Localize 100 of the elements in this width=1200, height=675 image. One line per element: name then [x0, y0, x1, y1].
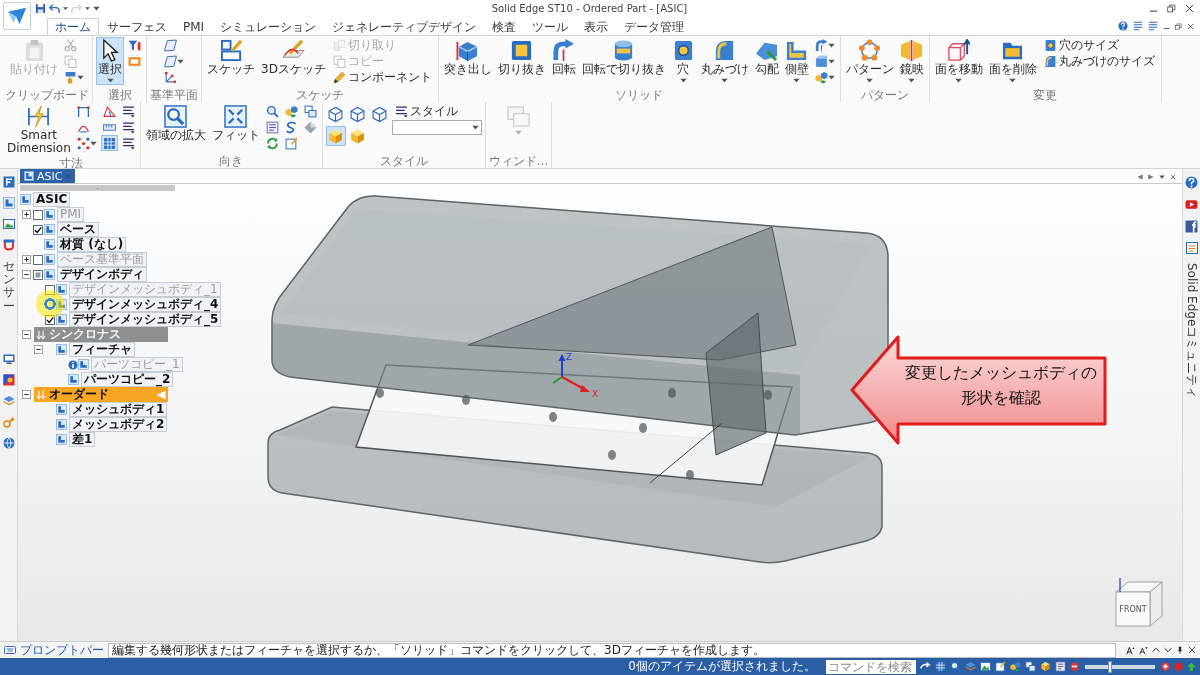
- ribbon-button[interactable]: 切り抜き: [495, 37, 548, 83]
- plus-box-icon[interactable]: [21, 255, 31, 264]
- minus-box-icon[interactable]: [21, 330, 31, 339]
- l-block-icon[interactable]: [2, 197, 15, 209]
- caret-icon[interactable]: [1159, 174, 1165, 180]
- restore-icon[interactable]: [1167, 4, 1176, 13]
- checkbox[interactable]: [45, 284, 55, 295]
- layers-icon[interactable]: [2, 394, 15, 407]
- play-button-icon[interactable]: [1185, 198, 1198, 211]
- ribbon-tab[interactable]: データ管理: [616, 18, 693, 35]
- ribbon-button[interactable]: 穴のサイズ: [1040, 37, 1158, 53]
- ribbon-button[interactable]: 面を移動: [932, 37, 985, 85]
- application-button[interactable]: [3, 2, 31, 30]
- view-style-button[interactable]: [325, 126, 346, 146]
- lines-icon[interactable]: [1148, 21, 1158, 31]
- help-icon[interactable]: [1118, 21, 1128, 31]
- view-style-button[interactable]: [369, 104, 390, 124]
- ribbon-button[interactable]: 面を削除: [986, 37, 1039, 85]
- ribbon-tab[interactable]: シミュレーション: [212, 18, 325, 35]
- list-box-icon[interactable]: [1055, 661, 1066, 672]
- tree-item[interactable]: デザインボディ: [57, 267, 147, 282]
- tree-item[interactable]: 差1: [69, 432, 96, 447]
- ribbon-tab[interactable]: ホーム: [47, 18, 99, 35]
- chevron-down-icon[interactable]: [1164, 646, 1172, 654]
- checkbox[interactable]: [33, 269, 43, 280]
- document-lines-icon[interactable]: [1185, 242, 1198, 254]
- help-icon[interactable]: [1185, 176, 1198, 189]
- ribbon-button[interactable]: 3Dスケッチ: [259, 37, 328, 83]
- magnet-icon[interactable]: [2, 239, 15, 251]
- ribbon-button[interactable]: 鏡映: [897, 37, 926, 85]
- zoom-in-icon[interactable]: [1161, 662, 1170, 671]
- ribbon-tab[interactable]: サーフェス: [99, 18, 175, 35]
- command-search-field[interactable]: コマンドを検索: [826, 659, 916, 674]
- ribbon-button[interactable]: 領域の拡大: [143, 103, 208, 149]
- undo-icon[interactable]: [49, 3, 60, 14]
- ribbon-button[interactable]: スタイル: [391, 103, 482, 119]
- save-icon[interactable]: [35, 3, 46, 14]
- dock-tab-label[interactable]: センサー: [2, 260, 15, 313]
- scroll-left-icon[interactable]: [1137, 174, 1143, 180]
- square-pencil-icon[interactable]: [995, 661, 1006, 672]
- tree-item[interactable]: ASIC: [33, 192, 71, 207]
- ribbon-button[interactable]: 側壁: [782, 37, 811, 85]
- minus-box-icon[interactable]: [33, 345, 43, 354]
- cubes-icon[interactable]: [1010, 661, 1021, 672]
- panel-grip[interactable]: [20, 185, 175, 191]
- ribbon-button[interactable]: スケッチ: [205, 37, 257, 83]
- slider-thumb[interactable]: [1107, 660, 1112, 673]
- f-tile-icon[interactable]: [2, 176, 15, 188]
- ribbon-tab[interactable]: PMI: [175, 18, 213, 35]
- ribbon-button[interactable]: 勾配: [752, 37, 781, 83]
- gradient-square-icon[interactable]: [2, 373, 15, 386]
- font-size-up-icon[interactable]: [1126, 645, 1135, 655]
- pin-icon[interactable]: [1176, 646, 1184, 654]
- grid-icon[interactable]: [935, 661, 946, 672]
- scroll-right-icon[interactable]: [1148, 174, 1154, 180]
- ribbon-tab[interactable]: ツール: [524, 18, 577, 35]
- lines-icon[interactable]: [1133, 21, 1143, 31]
- ribbon-button[interactable]: 丸みづけのサイズ: [1040, 53, 1158, 69]
- close-icon[interactable]: [1188, 646, 1196, 654]
- arrow-up-icon[interactable]: [1187, 662, 1196, 671]
- checkbox[interactable]: [33, 254, 43, 265]
- chevron-up-icon[interactable]: [1152, 646, 1160, 654]
- view-style-button[interactable]: [347, 104, 368, 124]
- ribbon-button[interactable]: 選択: [96, 37, 124, 85]
- zoom-out-icon[interactable]: [1070, 662, 1079, 671]
- tree-item[interactable]: フィーチャ: [69, 342, 135, 357]
- ribbon-button[interactable]: Smart Dimension: [5, 103, 73, 156]
- ribbon-tab[interactable]: 表示: [576, 18, 617, 35]
- plus-box-icon[interactable]: [21, 210, 31, 219]
- tool-button[interactable]: [162, 53, 186, 69]
- magnifier-icon[interactable]: [950, 661, 961, 672]
- f-logo-icon[interactable]: [1185, 220, 1198, 233]
- ribbon-tab[interactable]: 検査: [484, 18, 525, 35]
- tree-item[interactable]: オーダード: [34, 387, 168, 402]
- ribbon-button[interactable]: 穴: [669, 37, 697, 85]
- caret-icon[interactable]: [85, 6, 90, 11]
- image-icon[interactable]: [980, 661, 991, 672]
- minus-box-icon[interactable]: [21, 390, 31, 399]
- ribbon-tab[interactable]: ジェネレーティブデザイン: [324, 18, 485, 35]
- globe-icon[interactable]: [2, 436, 15, 449]
- tree-item[interactable]: 材質 (なし): [57, 237, 127, 252]
- checkbox[interactable]: [33, 224, 43, 235]
- squares-icon[interactable]: [1025, 661, 1036, 672]
- ribbon-button[interactable]: 回転: [549, 37, 578, 83]
- checkbox[interactable]: [45, 314, 55, 325]
- customize-caret-icon[interactable]: [93, 5, 100, 12]
- minus-box-icon[interactable]: [21, 270, 31, 279]
- ribbon-button[interactable]: 突き出し: [441, 37, 494, 83]
- ribbon-button[interactable]: パターン: [843, 37, 896, 85]
- ribbon-button[interactable]: 丸みづけ: [698, 37, 751, 85]
- tree-item[interactable]: デザインメッシュボディ_5: [69, 312, 222, 327]
- tree-item[interactable]: デザインメッシュボディ_4: [69, 297, 222, 312]
- monitor-icon[interactable]: [2, 352, 15, 365]
- close-icon[interactable]: [1185, 4, 1194, 13]
- ribbon-button[interactable]: 回転で切り抜き: [579, 37, 668, 83]
- close-icon[interactable]: [1187, 22, 1194, 30]
- tree-item[interactable]: メッシュボディ1: [69, 402, 168, 417]
- tree-item[interactable]: パーツコピー_2: [81, 372, 174, 387]
- checkbox[interactable]: [33, 209, 43, 220]
- document-tab[interactable]: ASIC: [20, 169, 76, 183]
